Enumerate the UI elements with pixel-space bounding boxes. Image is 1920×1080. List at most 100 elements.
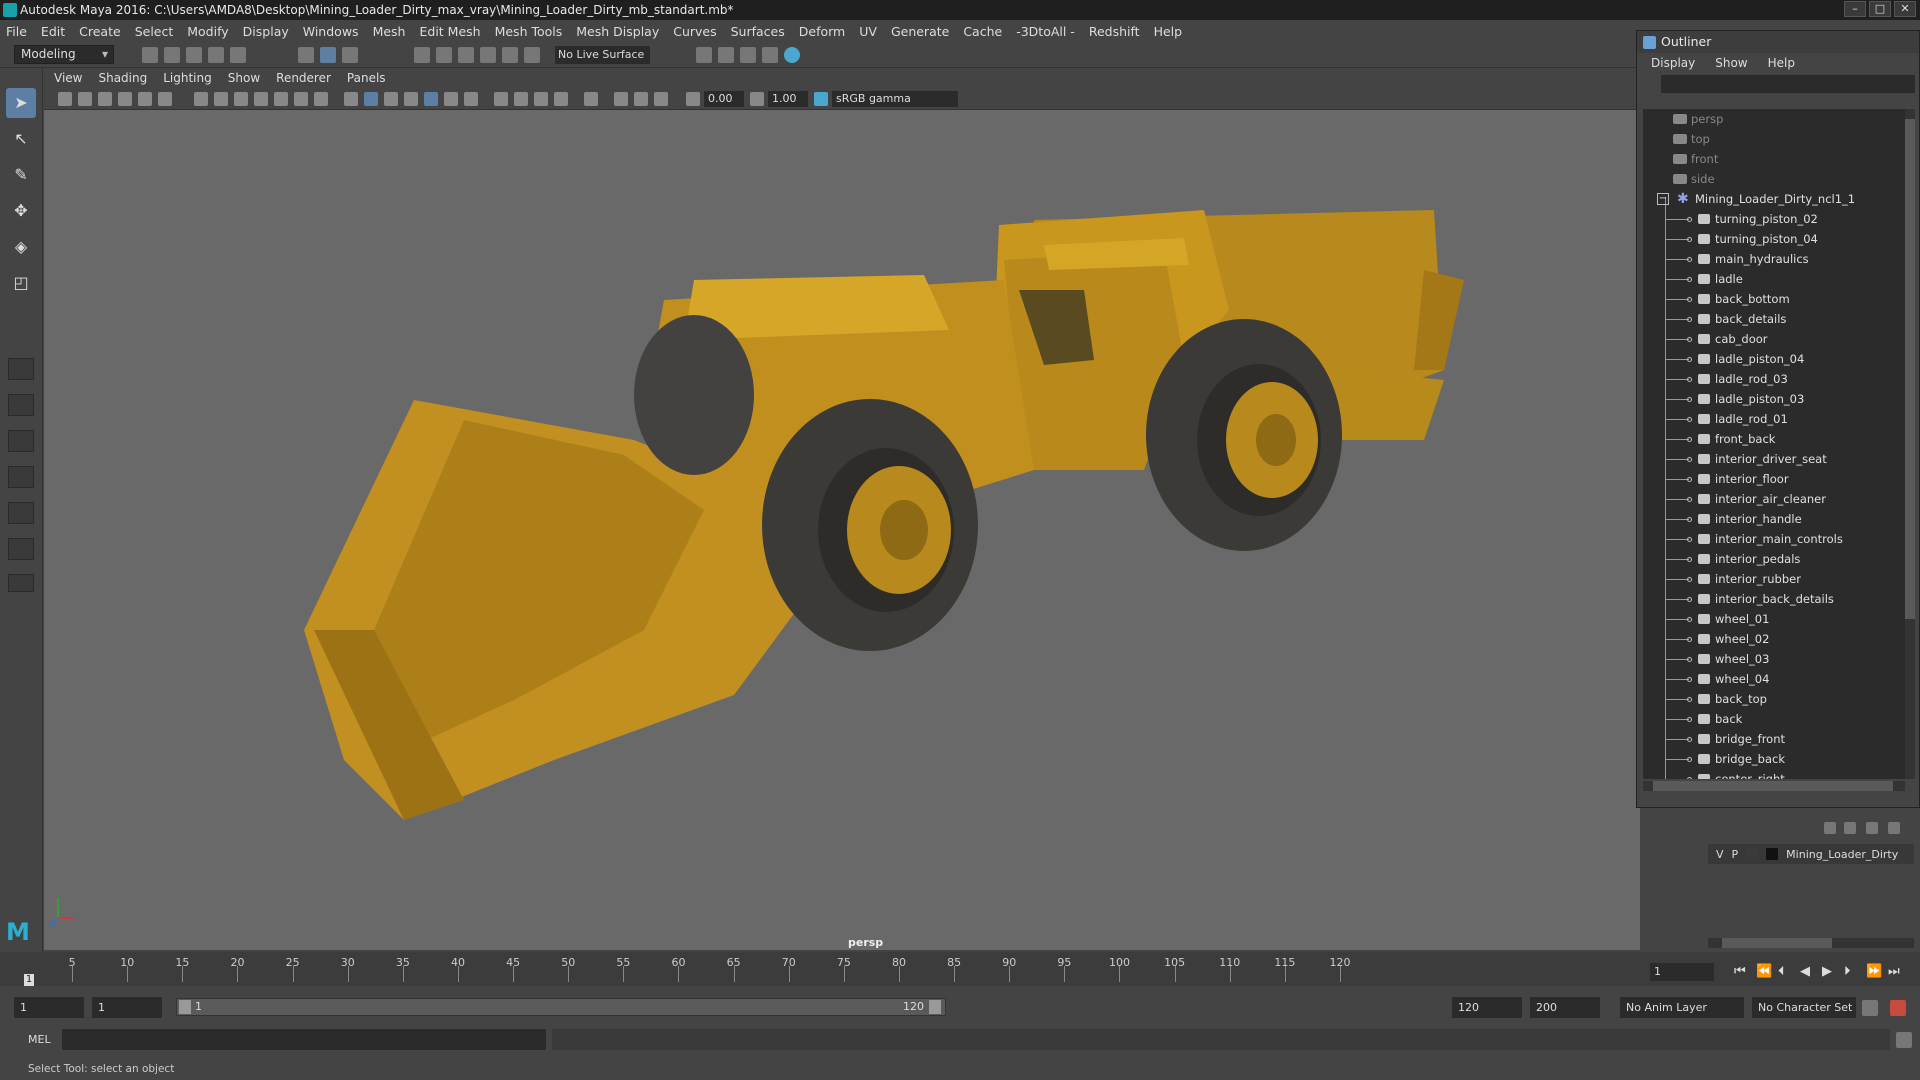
outliner-item-top[interactable]: top	[1643, 129, 1905, 149]
outliner-item-interior-pedals[interactable]: interior_pedals	[1643, 549, 1905, 569]
layout-toggle-button[interactable]	[8, 574, 34, 592]
outliner-item-cab-door[interactable]: cab_door	[1643, 329, 1905, 349]
outliner-item-back-top[interactable]: back_top	[1643, 689, 1905, 709]
xray-active-icon[interactable]	[634, 92, 648, 106]
menu-surfaces[interactable]: Surfaces	[731, 24, 785, 39]
isolate-select-icon[interactable]	[584, 92, 598, 106]
step-forward-key-icon[interactable]: ⏩	[1866, 964, 1882, 979]
hypershade-icon[interactable]	[784, 47, 800, 63]
color-management-icon[interactable]	[814, 92, 828, 106]
outliner-item-root-group[interactable]: − ✱ Mining_Loader_Dirty_ncl1_1	[1643, 189, 1905, 209]
menu-mesh-tools[interactable]: Mesh Tools	[495, 24, 563, 39]
outliner-search-field[interactable]	[1661, 75, 1915, 93]
viewport-menu-shading[interactable]: Shading	[98, 71, 147, 85]
layer-display-type[interactable]	[1746, 848, 1759, 860]
viewport-menu-renderer[interactable]: Renderer	[276, 71, 331, 85]
make-live-icon[interactable]	[524, 47, 540, 63]
menu-3dtoall[interactable]: -3DtoAll -	[1016, 24, 1075, 39]
menu-uv[interactable]: UV	[859, 24, 877, 39]
collapse-toggle-icon[interactable]: −	[1657, 193, 1669, 205]
outliner-item-bridge-back[interactable]: bridge_back	[1643, 749, 1905, 769]
snap-grid-icon[interactable]	[414, 47, 430, 63]
outliner-item-side[interactable]: side	[1643, 169, 1905, 189]
outliner-item-ladle[interactable]: ladle	[1643, 269, 1905, 289]
current-frame-field[interactable]: 1	[1650, 963, 1714, 981]
wireframe-on-shaded-icon[interactable]	[404, 92, 418, 106]
menu-set-dropdown[interactable]: Modeling	[14, 45, 114, 64]
outliner-item-center-right[interactable]: center_right	[1643, 769, 1905, 779]
close-button[interactable]: ✕	[1894, 1, 1916, 17]
menu-curves[interactable]: Curves	[673, 24, 716, 39]
script-editor-icon[interactable]	[1896, 1032, 1912, 1048]
render-view-icon[interactable]	[718, 47, 734, 63]
new-layer-selected-icon[interactable]	[1888, 822, 1900, 834]
camera-attributes-icon[interactable]	[78, 92, 92, 106]
motion-blur-icon[interactable]	[514, 92, 528, 106]
single-pane-layout-button[interactable]	[8, 358, 34, 380]
menu-generate[interactable]: Generate	[891, 24, 949, 39]
go-to-start-icon[interactable]: ⏮	[1734, 964, 1746, 979]
snap-live-icon[interactable]	[502, 47, 518, 63]
move-layer-down-icon[interactable]	[1844, 822, 1856, 834]
gamma-icon[interactable]	[750, 92, 764, 106]
menu-mesh-display[interactable]: Mesh Display	[576, 24, 659, 39]
anim-layer-dropdown[interactable]: No Anim Layer	[1620, 997, 1744, 1018]
default-material-icon[interactable]	[384, 92, 398, 106]
maximize-button[interactable]: □	[1869, 1, 1891, 17]
auto-key-icon[interactable]	[1862, 1000, 1878, 1016]
viewport-menu-panels[interactable]: Panels	[347, 71, 386, 85]
grid-icon[interactable]	[194, 92, 208, 106]
outliner-item-bridge-front[interactable]: bridge_front	[1643, 729, 1905, 749]
select-by-object-icon[interactable]	[320, 47, 336, 63]
bookmark-icon[interactable]	[98, 92, 112, 106]
menu-create[interactable]: Create	[79, 24, 121, 39]
anti-aliasing-icon[interactable]	[534, 92, 548, 106]
two-pane-layout-button[interactable]	[8, 430, 34, 452]
rotate-tool-button[interactable]: ◈	[6, 232, 36, 262]
layer-visibility-toggle[interactable]: V	[1716, 848, 1724, 861]
film-gate-icon[interactable]	[214, 92, 228, 106]
outliner-horizontal-scrollbar[interactable]	[1643, 781, 1905, 791]
character-set-dropdown[interactable]: No Character Set	[1752, 997, 1856, 1018]
outliner-item-persp[interactable]: persp	[1643, 109, 1905, 129]
outliner-item-turning-piston-02[interactable]: turning_piston_02	[1643, 209, 1905, 229]
outliner-item-back-bottom[interactable]: back_bottom	[1643, 289, 1905, 309]
range-start-handle[interactable]	[179, 1000, 191, 1014]
outliner-menu-show[interactable]: Show	[1715, 56, 1747, 70]
menu-modify[interactable]: Modify	[187, 24, 228, 39]
layer-color-swatch[interactable]	[1766, 848, 1779, 860]
viewport-persp[interactable]: persp	[44, 110, 1640, 950]
step-back-frame-icon[interactable]: ⏴	[1778, 964, 1785, 979]
outliner-item-ladle-piston-03[interactable]: ladle_piston_03	[1643, 389, 1905, 409]
outliner-item-interior-main-controls[interactable]: interior_main_controls	[1643, 529, 1905, 549]
outliner-item-wheel-02[interactable]: wheel_02	[1643, 629, 1905, 649]
outliner-item-front[interactable]: front	[1643, 149, 1905, 169]
snap-curve-icon[interactable]	[436, 47, 452, 63]
outliner-item-front-back[interactable]: front_back	[1643, 429, 1905, 449]
use-all-lights-icon[interactable]	[444, 92, 458, 106]
exposure-field[interactable]: 0.00	[704, 91, 744, 107]
range-slider[interactable]: 1 120	[176, 998, 946, 1016]
image-plane-icon[interactable]	[118, 92, 132, 106]
snap-view-plane-icon[interactable]	[480, 47, 496, 63]
mel-input-field[interactable]	[62, 1029, 546, 1050]
layer-horizontal-scrollbar[interactable]	[1708, 938, 1914, 948]
current-frame-marker[interactable]: 1	[24, 974, 34, 986]
outliner-persp-layout-button[interactable]	[8, 466, 34, 488]
exposure-icon[interactable]	[686, 92, 700, 106]
outliner-item-wheel-04[interactable]: wheel_04	[1643, 669, 1905, 689]
outliner-item-interior-handle[interactable]: interior_handle	[1643, 509, 1905, 529]
outliner-item-interior-floor[interactable]: interior_floor	[1643, 469, 1905, 489]
move-layer-up-icon[interactable]	[1824, 822, 1836, 834]
menu-windows[interactable]: Windows	[303, 24, 359, 39]
minimize-button[interactable]: –	[1844, 1, 1866, 17]
four-pane-layout-button[interactable]	[8, 394, 34, 416]
menu-display[interactable]: Display	[243, 24, 289, 39]
paint-select-tool-button[interactable]: ✎	[6, 160, 36, 190]
play-forwards-icon[interactable]: ▶	[1822, 964, 1832, 979]
viewport-menu-view[interactable]: View	[54, 71, 82, 85]
lasso-tool-button[interactable]: ↖	[6, 124, 36, 154]
scale-tool-button[interactable]: ◰	[6, 268, 36, 298]
outliner-item-back-details[interactable]: back_details	[1643, 309, 1905, 329]
save-scene-icon[interactable]	[186, 47, 202, 63]
